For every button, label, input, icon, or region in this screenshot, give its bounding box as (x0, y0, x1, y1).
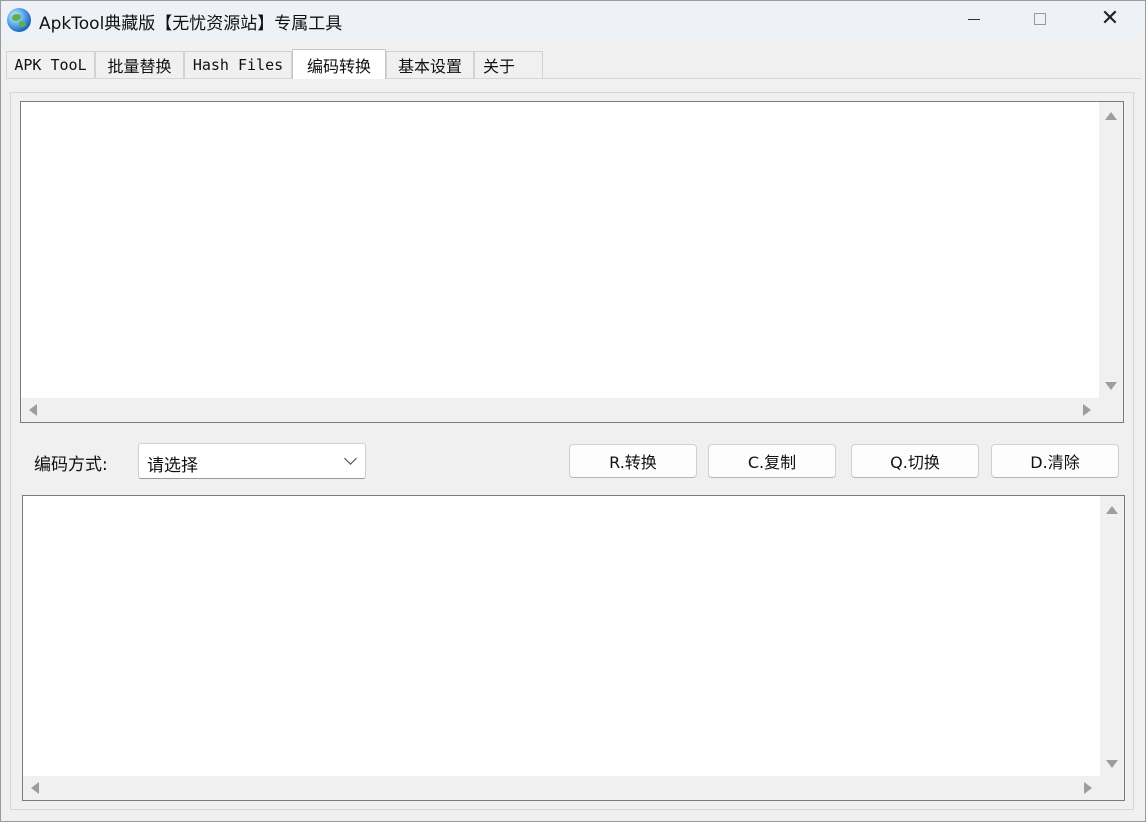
scroll-down-icon[interactable] (1106, 760, 1118, 768)
tab-basic-settings[interactable]: 基本设置 (386, 51, 474, 78)
scroll-right-icon[interactable] (1084, 782, 1092, 794)
chevron-down-icon (344, 452, 357, 465)
tab-apk-tool[interactable]: APK TooL (6, 51, 95, 78)
output-textarea[interactable] (22, 495, 1125, 801)
maximize-button[interactable] (1017, 1, 1063, 37)
copy-button[interactable]: C.复制 (708, 444, 836, 478)
switch-button[interactable]: Q.切换 (851, 444, 979, 478)
globe-icon (7, 8, 31, 32)
scroll-up-icon[interactable] (1106, 506, 1118, 514)
scroll-left-icon[interactable] (31, 782, 39, 794)
scroll-right-icon[interactable] (1083, 404, 1091, 416)
input-textarea[interactable] (20, 101, 1124, 423)
output-vertical-scrollbar[interactable] (1100, 496, 1124, 776)
input-horizontal-scrollbar[interactable] (21, 398, 1123, 422)
maximize-icon (1034, 13, 1046, 25)
scroll-left-icon[interactable] (29, 404, 37, 416)
input-vertical-scrollbar[interactable] (1099, 102, 1123, 398)
tab-bar: APK TooL 批量替换 Hash Files 编码转换 基本设置 关于 (6, 49, 546, 79)
minimize-icon (968, 18, 980, 20)
tab-divider (6, 78, 1141, 79)
tab-encoding-convert[interactable]: 编码转换 (292, 49, 386, 79)
minimize-button[interactable] (951, 1, 997, 37)
encoding-select[interactable]: 请选择 (138, 443, 366, 479)
scroll-down-icon[interactable] (1105, 382, 1117, 390)
output-horizontal-scrollbar[interactable] (23, 776, 1124, 800)
window-title: ApkTool典藏版【无忧资源站】专属工具 (39, 14, 343, 34)
encoding-label: 编码方式: (34, 455, 108, 475)
tab-hash-files[interactable]: Hash Files (184, 51, 292, 78)
convert-button[interactable]: R.转换 (569, 444, 697, 478)
close-button[interactable]: ✕ (1087, 1, 1133, 37)
scroll-up-icon[interactable] (1105, 112, 1117, 120)
app-window: ApkTool典藏版【无忧资源站】专属工具 ✕ APK TooL 批量替换 Ha… (0, 0, 1146, 822)
clear-button[interactable]: D.清除 (991, 444, 1119, 478)
encoding-select-value: 请选择 (147, 456, 198, 476)
close-icon: ✕ (1100, 6, 1120, 31)
title-bar: ApkTool典藏版【无忧资源站】专属工具 ✕ (1, 1, 1145, 39)
tab-about[interactable]: 关于 (474, 51, 543, 78)
tab-batch-replace[interactable]: 批量替换 (95, 51, 184, 78)
